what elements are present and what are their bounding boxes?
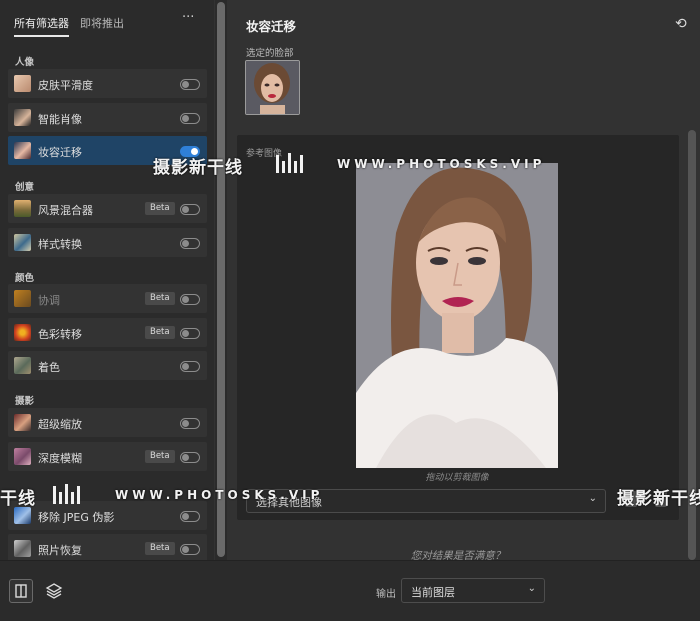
watermark-logo-icon (53, 484, 80, 504)
filter-thumbnail-icon (14, 540, 31, 557)
section-photography: 摄影 (15, 396, 35, 407)
filter-label: 深度模糊 (38, 452, 82, 465)
filter-toggle[interactable] (180, 452, 200, 463)
watermark-cn: 摄影新干线 (153, 158, 243, 178)
filter-toggle[interactable] (180, 328, 200, 339)
filter-thumbnail-icon (14, 142, 31, 159)
beta-badge: Beta (145, 450, 175, 463)
filter-thumbnail-icon (14, 290, 31, 307)
filter-thumbnail-icon (14, 200, 31, 217)
filter-label: 着色 (38, 361, 60, 374)
filter-label: 照片恢复 (38, 544, 82, 557)
filter-toggle[interactable] (180, 418, 200, 429)
filter-toggle[interactable] (180, 238, 200, 249)
face-portrait-icon (246, 61, 299, 114)
filter-toggle[interactable] (180, 544, 200, 555)
chevron-down-icon: ⌄ (588, 493, 597, 504)
filter-item[interactable]: 样式转换 (8, 228, 207, 257)
filter-toggle[interactable] (180, 294, 200, 305)
filter-label: 超级缩放 (38, 418, 82, 431)
tab-coming-soon[interactable]: 即将推出 (80, 15, 124, 31)
filter-thumbnail-icon (14, 75, 31, 92)
watermark-cn-partial: 干线 (0, 489, 36, 509)
panel-title: 妆容迁移 (246, 19, 297, 34)
filter-label: 皮肤平滑度 (38, 79, 93, 92)
chevron-down-icon: ⌄ (527, 583, 536, 594)
filter-toggle[interactable] (180, 113, 200, 124)
compare-panel-icon[interactable] (9, 579, 33, 603)
reference-portrait-icon (356, 163, 558, 468)
beta-badge: Beta (145, 542, 175, 555)
filter-item[interactable]: 皮肤平滑度 (8, 69, 207, 98)
section-color: 颜色 (15, 273, 35, 284)
filter-thumbnail-icon (14, 109, 31, 126)
filter-thumbnail-icon (14, 448, 31, 465)
watermark-logo-icon (276, 153, 303, 173)
filter-thumbnail-icon (14, 414, 31, 431)
beta-badge: Beta (145, 292, 175, 305)
reference-image[interactable] (356, 163, 558, 468)
filter-thumbnail-icon (14, 324, 31, 341)
filter-toggle[interactable] (180, 361, 200, 372)
filter-item[interactable]: 深度模糊 Beta (8, 442, 207, 471)
filter-thumbnail-icon (14, 357, 31, 374)
tab-all-filters[interactable]: 所有筛选器 (14, 15, 69, 37)
filter-thumbnail-icon (14, 234, 31, 251)
filter-item[interactable]: 智能肖像 (8, 103, 207, 132)
filter-item[interactable]: 照片恢复 Beta (8, 534, 207, 563)
filter-label: 协调 (38, 294, 60, 307)
output-value: 当前图层 (411, 586, 455, 599)
section-portrait: 人像 (15, 57, 35, 68)
filter-item[interactable]: 着色 (8, 351, 207, 380)
split-view-glyph (15, 584, 27, 598)
beta-badge: Beta (145, 202, 175, 215)
filter-item[interactable]: 风景混合器 Beta (8, 194, 207, 223)
filter-label: 移除 JPEG 伪影 (38, 511, 115, 524)
output-dropdown[interactable]: 当前图层 ⌄ (401, 578, 545, 603)
layers-glyph (45, 583, 63, 599)
section-creative: 创意 (15, 182, 35, 193)
filters-scrollbar-thumb[interactable] (217, 2, 225, 557)
bottom-toolbar (0, 560, 700, 621)
filter-item[interactable]: 移除 JPEG 伪影 (8, 501, 207, 530)
beta-badge: Beta (145, 326, 175, 339)
filter-label: 智能肖像 (38, 113, 82, 126)
output-label: 输出 (376, 589, 396, 600)
watermark-en: WWW.PHOTOSKS.VIP (337, 157, 546, 171)
filter-item[interactable]: 色彩转移 Beta (8, 318, 207, 347)
filter-label: 色彩转移 (38, 328, 82, 341)
filter-thumbnail-icon (14, 507, 31, 524)
watermark-en: WWW.PHOTOSKS.VIP (115, 488, 324, 502)
undo-icon[interactable]: ⟲ (675, 16, 687, 32)
filter-item[interactable]: 超级缩放 (8, 408, 207, 437)
filter-toggle[interactable] (180, 204, 200, 215)
selected-face-thumbnail[interactable] (245, 60, 300, 115)
filter-toggle[interactable] (180, 79, 200, 90)
filter-label: 风景混合器 (38, 204, 93, 217)
drag-crop-hint: 拖动以剪裁图像 (425, 473, 489, 483)
more-icon[interactable]: ··· (182, 10, 194, 25)
filter-item[interactable]: 协调 Beta (8, 284, 207, 313)
watermark-cn: 摄影新干线 (617, 489, 700, 509)
layers-icon[interactable] (44, 581, 64, 601)
selected-face-label: 选定的脸部 (246, 48, 294, 59)
filter-label: 妆容迁移 (38, 146, 82, 159)
filter-toggle[interactable] (180, 511, 200, 522)
filter-label: 样式转换 (38, 238, 82, 251)
